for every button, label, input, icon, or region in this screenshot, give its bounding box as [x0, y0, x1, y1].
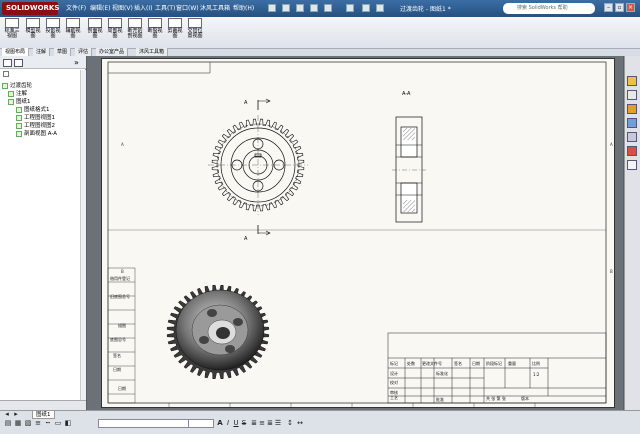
zone-mark: B: [121, 269, 124, 274]
zone-mark: A: [610, 142, 613, 147]
tb-label: 版本: [521, 395, 529, 401]
appearances-icon[interactable]: [627, 146, 637, 156]
reg-label: 日期: [113, 366, 121, 372]
section-view-aa[interactable]: [392, 116, 426, 223]
tb-label: 签名: [454, 360, 462, 366]
sheet-tab[interactable]: 图纸1: [32, 410, 55, 419]
tb-label: 日期: [472, 360, 480, 366]
reg-label: 底图总号: [110, 336, 126, 342]
tb-label: 校对: [390, 379, 398, 385]
zone-ticks: [168, 403, 536, 407]
tb-label: 处数: [407, 360, 415, 366]
italic-icon[interactable]: I: [224, 419, 232, 428]
reg-label: 签名: [113, 352, 121, 358]
text-height-icon[interactable]: ↕: [286, 419, 294, 428]
left-registration-table: [107, 267, 136, 404]
hatch-region: [403, 128, 415, 140]
line-color-icon[interactable]: ▧: [24, 419, 32, 428]
first-sheet-icon[interactable]: ◂: [3, 410, 11, 419]
section-arrow-top: [258, 98, 271, 104]
file-explorer-icon[interactable]: [627, 118, 637, 128]
cut-label-top: A: [244, 100, 248, 106]
align-center-icon[interactable]: ≡: [258, 419, 266, 428]
reg-label: 借用件登记: [110, 275, 130, 281]
bold-icon[interactable]: A: [216, 419, 224, 428]
reg-label: 旧底图总号: [110, 293, 130, 299]
tb-label: 重量: [508, 360, 516, 366]
next-sheet-icon[interactable]: ▸: [12, 410, 20, 419]
tb-label: 批准: [436, 396, 444, 402]
reg-label: 描图: [118, 322, 126, 328]
format-icon[interactable]: ▤: [4, 419, 12, 428]
view-palette-icon[interactable]: [627, 132, 637, 142]
tb-label: 比例: [532, 360, 540, 366]
zone-mark: B: [610, 269, 613, 274]
justify-icon[interactable]: ☰: [274, 419, 282, 428]
gear-isometric-view[interactable]: [166, 284, 270, 380]
iso-gear-bore: [216, 327, 230, 339]
strikethrough-icon[interactable]: S: [240, 419, 248, 428]
tb-label: 审核: [390, 389, 398, 395]
home-icon[interactable]: [627, 76, 637, 86]
iso-hole: [207, 309, 217, 317]
design-library-icon[interactable]: [627, 104, 637, 114]
gear-front-view[interactable]: [208, 98, 308, 236]
title-block: [387, 332, 607, 404]
tb-scale: 1:2: [533, 372, 540, 377]
zone-mark: A: [121, 142, 124, 147]
hatch-region: [403, 200, 415, 212]
section-label: A-A: [402, 91, 411, 97]
reg-label: 日期: [118, 385, 126, 391]
tb-label: 标记: [390, 360, 398, 366]
font-size-select[interactable]: [188, 419, 214, 428]
resources-icon[interactable]: [627, 90, 637, 100]
cut-label-bottom: A: [244, 236, 248, 242]
align-left-icon[interactable]: ≣: [250, 419, 258, 428]
status-bar: [0, 410, 640, 434]
layer-icon[interactable]: ▦: [14, 419, 22, 428]
drawing-canvas: A A A-A 借用件登记 旧底图总号 描图 底图总号 签名 日期 日期 标记 …: [107, 61, 613, 407]
text-width-icon[interactable]: ↔: [296, 419, 304, 428]
underline-icon[interactable]: U: [232, 419, 240, 428]
section-arrow-bottom: [258, 230, 271, 236]
iso-hole: [225, 345, 235, 353]
iso-hole: [233, 318, 243, 326]
tb-label: 标准化: [436, 370, 448, 376]
color-display-icon[interactable]: ◧: [64, 419, 72, 428]
align-right-icon[interactable]: ≣: [266, 419, 274, 428]
custom-properties-icon[interactable]: [627, 160, 637, 170]
iso-hole: [199, 336, 209, 344]
tb-label: 更改文件号: [422, 360, 442, 366]
tb-label: 阶段标记: [486, 360, 502, 366]
line-weight-icon[interactable]: ≡: [34, 419, 42, 428]
tb-label: 设计: [390, 370, 398, 376]
hide-edge-icon[interactable]: ▭: [54, 419, 62, 428]
tb-sheet-info: 共 张 第 张: [486, 395, 506, 401]
tb-label: 工艺: [390, 395, 398, 400]
line-style-icon[interactable]: ┅: [44, 419, 52, 428]
